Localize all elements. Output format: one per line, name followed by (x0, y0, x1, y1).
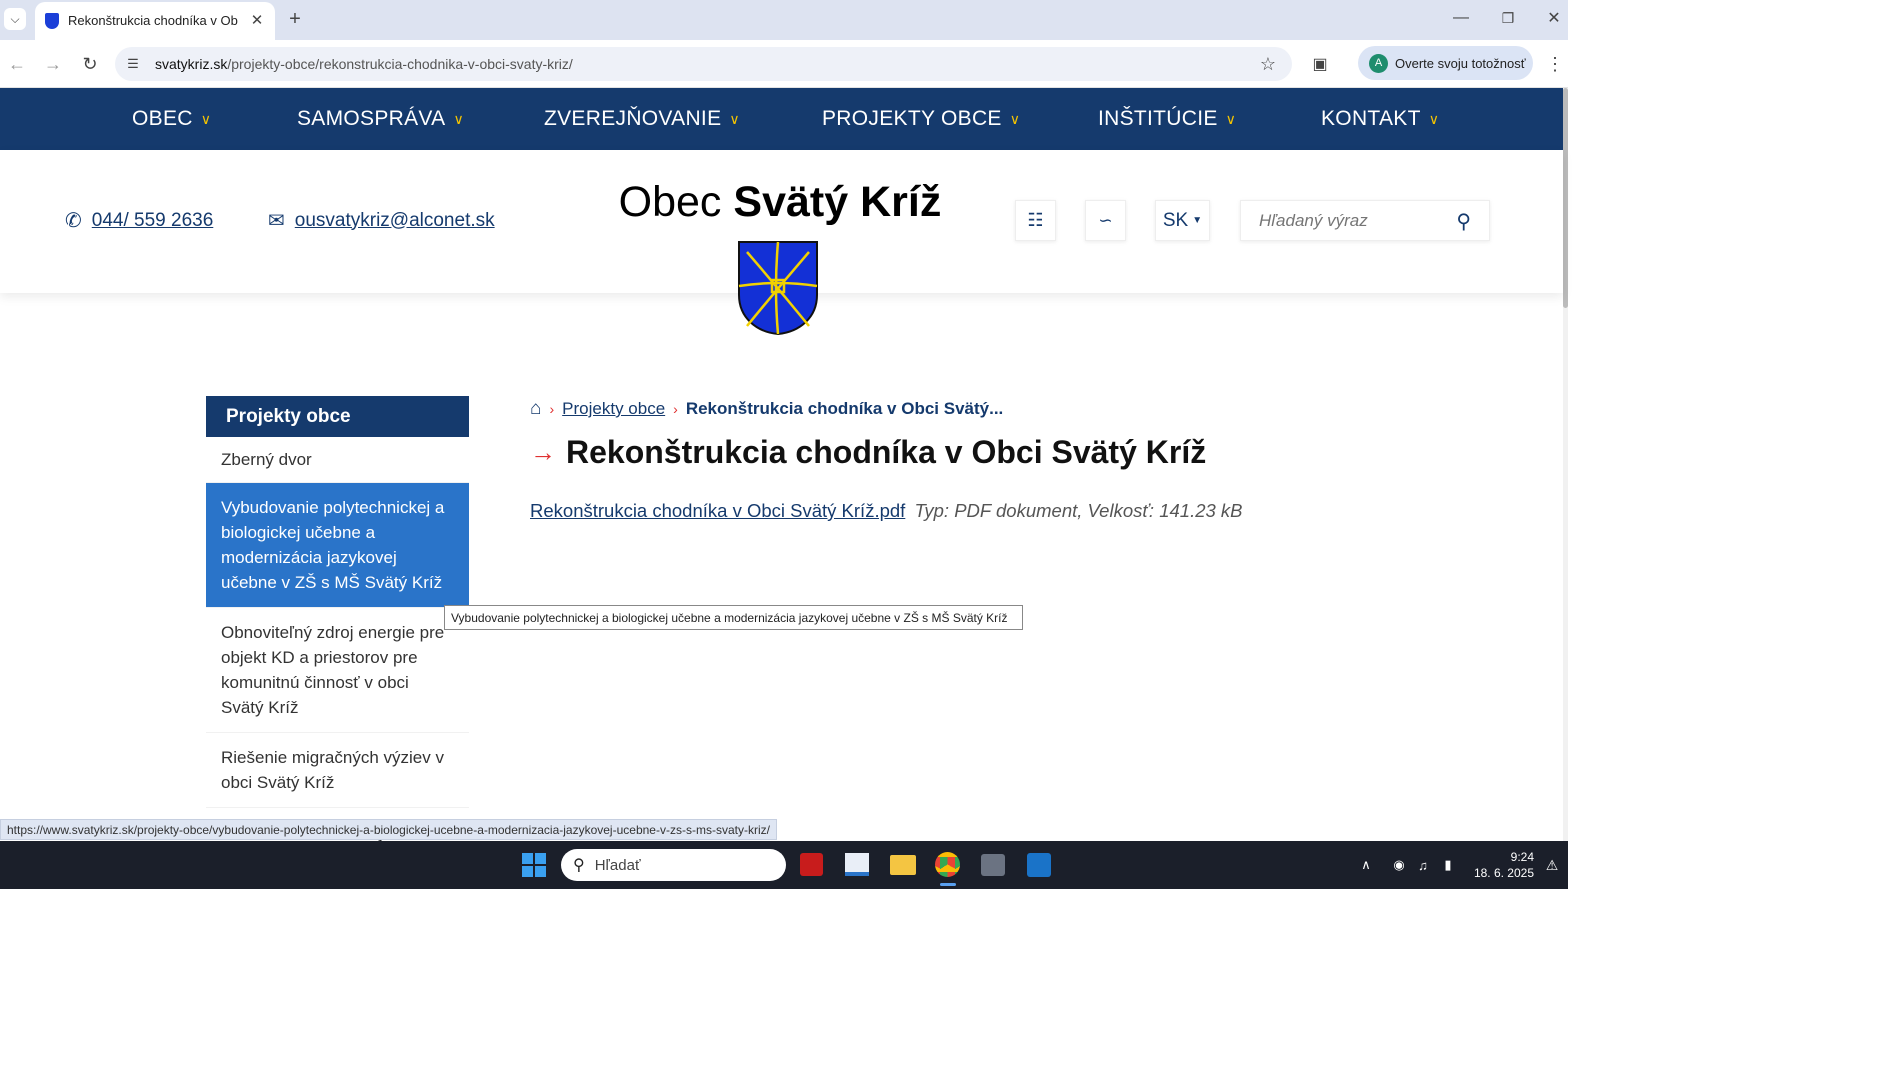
speaker-muted-icon[interactable]: ♫ (1414, 855, 1432, 875)
language-select[interactable]: SK ▼ (1155, 200, 1210, 241)
chevron-down-icon: ∨ (1225, 110, 1237, 127)
windows-start-icon[interactable] (522, 853, 546, 877)
battery-icon[interactable]: ▮ (1439, 855, 1457, 875)
sidebar-heading: Projekty obce (206, 396, 469, 437)
site-favicon-icon (45, 13, 59, 29)
store-app-icon[interactable] (981, 854, 1005, 876)
rss-icon: ∽ (1098, 210, 1113, 230)
nav-item-kontakt[interactable]: KONTAKT ∨ (1321, 88, 1439, 150)
back-icon[interactable]: ← (6, 53, 28, 75)
tab-list-chevron-icon[interactable]: ⌵ (4, 8, 26, 30)
page-scrollbar[interactable] (1563, 88, 1568, 841)
minimize-icon[interactable]: — (1450, 6, 1472, 30)
tab-close-icon[interactable]: ✕ (248, 10, 266, 30)
reload-icon[interactable]: ↻ (79, 53, 101, 75)
title-prefix: Obec (618, 178, 722, 226)
home-icon[interactable]: ⌂ (530, 398, 541, 420)
close-window-icon[interactable]: ✕ (1543, 6, 1565, 30)
nav-label: SAMOSPRÁVA (297, 107, 446, 130)
phone-icon: ✆ (65, 210, 82, 232)
nav-item-institucie[interactable]: INŠTITÚCIE ∨ (1098, 88, 1236, 150)
acrobat-app-icon[interactable] (800, 853, 823, 876)
bookmark-star-icon[interactable]: ☆ (1257, 53, 1279, 75)
profile-label: Overte svoju totožnosť (1395, 56, 1526, 71)
file-explorer-icon[interactable] (890, 855, 916, 875)
caret-down-icon: ▼ (1192, 215, 1203, 226)
sidebar-item-riesenie-migracnych[interactable]: Riešenie migračných výziev v obci Svätý … (206, 733, 469, 808)
extensions-icon[interactable]: ▣ (1309, 53, 1331, 75)
editor-app-icon[interactable] (845, 853, 869, 876)
nav-item-zverejnovanie[interactable]: ZVEREJŇOVANIE ∨ (544, 88, 740, 150)
breadcrumb-separator-icon: › (673, 401, 678, 417)
search-icon: ⚲ (573, 857, 585, 874)
page-heading: → Rekonštrukcia chodníka v Obci Svätý Kr… (530, 434, 1206, 471)
url-text: svatykriz.sk/projekty-obce/rekonstrukcia… (155, 56, 573, 72)
phone-link[interactable]: ✆ 044/ 559 2636 (65, 208, 213, 233)
tab-title: Rekonštrukcia chodníka v Obci (68, 13, 238, 28)
sidebar-item-obnovitelny-zdroj[interactable]: Obnoviteľný zdroj energie pre objekt KD … (206, 608, 469, 733)
profile-button[interactable]: A Overte svoju totožnosť (1358, 46, 1533, 80)
file-download-link[interactable]: Rekonštrukcia chodníka v Obci Svätý Kríž… (530, 500, 905, 521)
restore-icon[interactable]: ❐ (1497, 6, 1519, 30)
sidebar-item-zberny-dvor[interactable]: Zberný dvor (206, 437, 469, 483)
sidebar: Projekty obce Zberný dvor Vybudovanie po… (206, 396, 469, 858)
browser-tab-active[interactable]: Rekonštrukcia chodníka v Obci ✕ (35, 2, 275, 40)
breadcrumb-separator-icon: › (549, 401, 555, 417)
clock[interactable]: 9:24 18. 6. 2025 (1470, 849, 1534, 881)
phone-number: 044/ 559 2636 (91, 209, 214, 231)
file-meta: Typ: PDF dokument, Velkosť: 141.23 kB (914, 500, 1243, 521)
address-bar[interactable]: ☰ svatykriz.sk/projekty-obce/rekonstrukc… (115, 47, 1292, 81)
nav-item-obec[interactable]: OBEC ∨ (132, 88, 211, 150)
taskbar-search-placeholder: Hľadať (594, 856, 641, 874)
nav-item-projekty-obce[interactable]: PROJEKTY OBCE ∨ (822, 88, 1020, 150)
nav-label: OBEC (132, 107, 193, 130)
language-label: SK (1162, 209, 1189, 231)
nav-label: ZVEREJŇOVANIE (544, 107, 722, 130)
nav-label: KONTAKT (1321, 107, 1421, 130)
title-bold: Svätý Kríž (733, 178, 942, 226)
rss-button[interactable]: ∽ (1085, 200, 1126, 241)
new-tab-icon[interactable]: + (284, 8, 306, 30)
clock-date: 18. 6. 2025 (1473, 866, 1534, 880)
chrome-app-icon[interactable] (935, 852, 960, 877)
coat-of-arms-logo[interactable] (737, 240, 819, 336)
avatar: A (1369, 54, 1388, 73)
link-status-bar: https://www.svatykriz.sk/projekty-obce/v… (0, 819, 777, 840)
file-entry: Rekonštrukcia chodníka v Obci Svätý Kríž… (530, 500, 1243, 522)
taskbar-search[interactable]: ⚲ Hľadať (561, 849, 786, 881)
email-address: ousvatykriz@alconet.sk (294, 209, 495, 231)
chevron-down-icon: ∨ (200, 110, 212, 127)
site-info-icon[interactable]: ☰ (123, 54, 143, 74)
sitemap-button[interactable]: ☷ (1015, 200, 1056, 241)
tooltip: Vybudovanie polytechnickej a biologickej… (444, 605, 1023, 630)
wifi-icon[interactable]: ◉ (1390, 855, 1408, 875)
browser-menu-icon[interactable]: ⋮ (1546, 53, 1564, 75)
sitemap-icon: ☷ (1027, 210, 1044, 230)
search-box[interactable]: ⚲ (1240, 200, 1490, 241)
nav-label: INŠTITÚCIE (1098, 107, 1218, 130)
outlook-app-icon[interactable] (1027, 853, 1051, 877)
active-app-indicator (940, 883, 956, 886)
arrow-right-icon: → (530, 437, 556, 467)
chevron-down-icon: ∨ (729, 110, 740, 127)
search-icon[interactable]: ⚲ (1456, 209, 1471, 234)
page-title: Rekonštrukcia chodníka v Obci Svätý Kríž (566, 434, 1207, 470)
breadcrumb-link[interactable]: Projekty obce (562, 399, 665, 419)
tray-chevron-up-icon[interactable]: ∧ (1357, 855, 1375, 875)
notification-bell-icon[interactable]: ⚠ (1543, 855, 1561, 875)
breadcrumb-current: Rekonštrukcia chodníka v Obci Svätý... (685, 399, 1004, 418)
forward-icon[interactable]: → (42, 53, 64, 75)
clock-time: 9:24 (1510, 850, 1534, 864)
nav-item-samosprava[interactable]: SAMOSPRÁVA ∨ (297, 88, 464, 150)
site-title[interactable]: Obec Svätý Kríž (560, 178, 1000, 227)
sidebar-item-vybudovanie-polytechnickej[interactable]: Vybudovanie polytechnickej a biologickej… (206, 483, 469, 608)
breadcrumb: ⌂ › Projekty obce › Rekonštrukcia chodní… (530, 398, 1003, 420)
chevron-down-icon: ∨ (453, 110, 465, 127)
mail-icon: ✉ (268, 210, 285, 232)
nav-label: PROJEKTY OBCE (822, 107, 1002, 130)
email-link[interactable]: ✉ ousvatykriz@alconet.sk (268, 208, 495, 233)
search-input[interactable] (1259, 210, 1459, 231)
chevron-down-icon: ∨ (1009, 110, 1021, 127)
chevron-down-icon: ∨ (1428, 110, 1440, 127)
